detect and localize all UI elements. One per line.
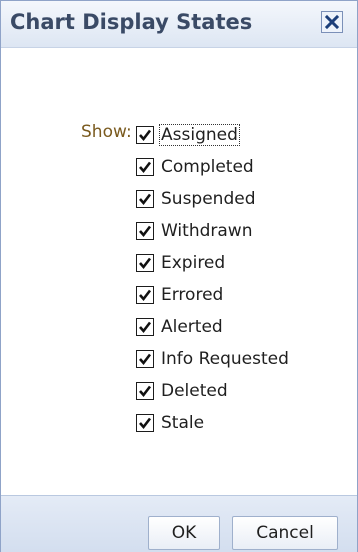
dialog-title: Chart Display States: [10, 10, 253, 34]
state-option-completed[interactable]: Completed: [136, 151, 290, 183]
checkbox[interactable]: [136, 350, 154, 368]
state-checkbox-list: Assigned Completed Suspended Withdrawn E…: [136, 119, 290, 439]
option-label: Expired: [161, 253, 226, 273]
option-label: Alerted: [161, 317, 223, 337]
checkmark-icon: [139, 193, 152, 206]
state-option-withdrawn[interactable]: Withdrawn: [136, 215, 290, 247]
checkmark-icon: [139, 225, 152, 238]
checkbox[interactable]: [136, 286, 154, 304]
option-label: Completed: [161, 157, 254, 177]
dialog-footer: OK Cancel: [1, 495, 357, 552]
state-option-expired[interactable]: Expired: [136, 247, 290, 279]
option-label: Suspended: [161, 189, 256, 209]
checkmark-icon: [139, 161, 152, 174]
option-label: Stale: [161, 413, 205, 433]
checkbox[interactable]: [136, 414, 154, 432]
checkbox[interactable]: [136, 318, 154, 336]
checkmark-icon: [139, 257, 152, 270]
state-option-assigned[interactable]: Assigned: [136, 119, 290, 151]
dialog-titlebar[interactable]: Chart Display States: [1, 1, 357, 48]
checkmark-icon: [139, 289, 152, 302]
close-icon: [324, 14, 340, 30]
checkmark-icon: [139, 321, 152, 334]
option-label: Assigned: [159, 124, 240, 146]
checkbox[interactable]: [136, 126, 154, 144]
state-option-errored[interactable]: Errored: [136, 279, 290, 311]
chart-display-states-dialog: Chart Display States Show: Assigned Comp…: [0, 0, 358, 552]
option-label: Info Requested: [161, 349, 289, 369]
checkmark-icon: [139, 385, 152, 398]
checkmark-icon: [139, 353, 152, 366]
checkmark-icon: [139, 129, 152, 142]
option-label: Deleted: [161, 381, 228, 401]
checkbox[interactable]: [136, 190, 154, 208]
state-option-stale[interactable]: Stale: [136, 407, 290, 439]
state-option-info-requested[interactable]: Info Requested: [136, 343, 290, 375]
checkbox[interactable]: [136, 158, 154, 176]
close-button[interactable]: [321, 11, 343, 33]
show-label: Show:: [81, 122, 132, 142]
cancel-button[interactable]: Cancel: [232, 516, 338, 550]
checkmark-icon: [139, 417, 152, 430]
option-label: Errored: [161, 285, 224, 305]
state-option-alerted[interactable]: Alerted: [136, 311, 290, 343]
state-option-suspended[interactable]: Suspended: [136, 183, 290, 215]
ok-button[interactable]: OK: [148, 516, 220, 550]
checkbox[interactable]: [136, 222, 154, 240]
option-label: Withdrawn: [161, 221, 253, 241]
checkbox[interactable]: [136, 254, 154, 272]
state-option-deleted[interactable]: Deleted: [136, 375, 290, 407]
checkbox[interactable]: [136, 382, 154, 400]
